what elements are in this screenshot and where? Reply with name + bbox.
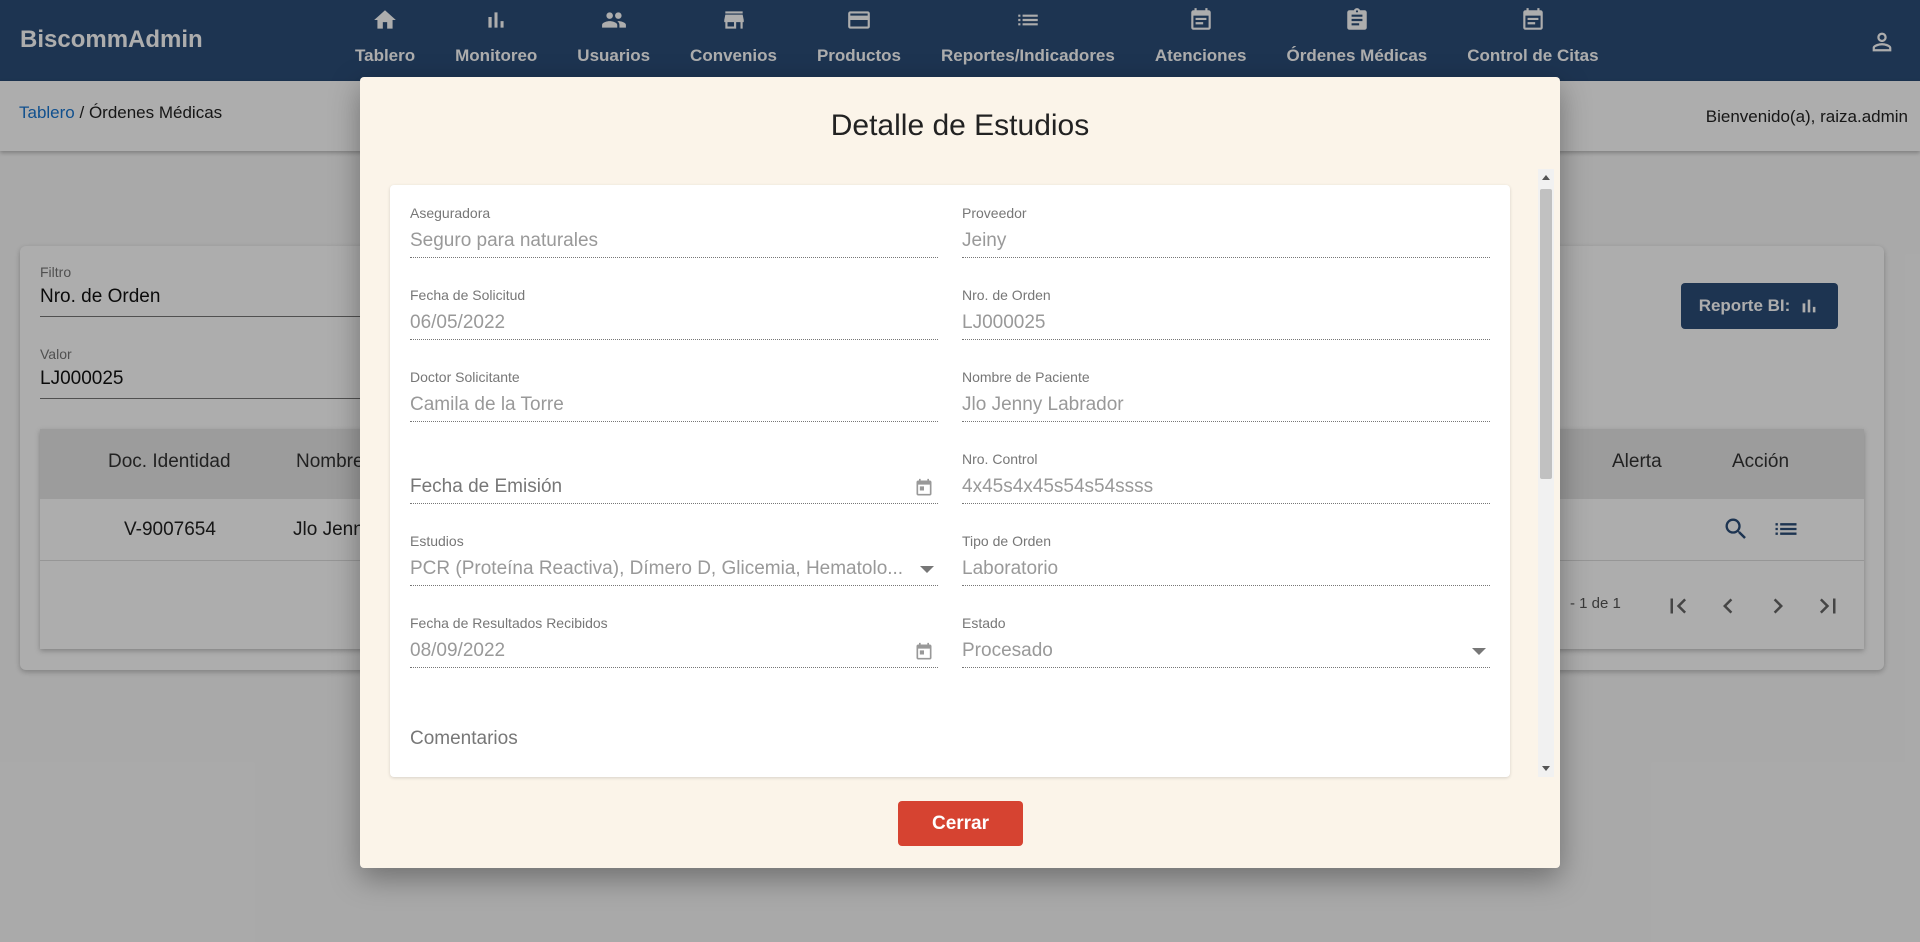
estado-select[interactable]: Estado Procesado — [962, 615, 1490, 668]
field-label: Aseguradora — [410, 205, 491, 221]
scroll-down-icon[interactable] — [1542, 766, 1550, 771]
field-label: Nombre de Paciente — [962, 369, 1090, 385]
field-value: 08/09/2022 — [410, 640, 506, 661]
field-value: Jlo Jenny Labrador — [962, 394, 1490, 422]
select-display: Procesado — [962, 640, 1490, 668]
dialog-scrollbar[interactable] — [1538, 169, 1554, 777]
field-value: Fecha de Emisión — [410, 476, 563, 497]
field-label: Estado — [962, 615, 1006, 631]
field-label: Nro. Control — [962, 451, 1038, 467]
close-button[interactable]: Cerrar — [898, 801, 1023, 846]
nro-orden-field[interactable]: Nro. de Orden LJ000025 — [962, 287, 1490, 340]
scrollbar-thumb[interactable] — [1540, 189, 1552, 479]
aseguradora-field[interactable]: Aseguradora Seguro para naturales — [410, 205, 938, 258]
nro-control-field[interactable]: Nro. Control 4x45s4x45s54s54ssss — [962, 451, 1490, 504]
chevron-down-icon[interactable] — [1472, 648, 1486, 655]
field-label: Fecha de Solicitud — [410, 287, 526, 303]
field-value: Procesado — [962, 640, 1053, 661]
field-value: Seguro para naturales — [410, 230, 938, 258]
study-detail-dialog: Detalle de Estudios Aseguradora Seguro p… — [360, 77, 1560, 868]
proveedor-field[interactable]: Proveedor Jeiny — [962, 205, 1490, 258]
scroll-up-icon[interactable] — [1542, 175, 1550, 180]
calendar-icon[interactable] — [914, 642, 934, 662]
date-display: 08/09/2022 — [410, 640, 938, 668]
field-value: 06/05/2022 — [410, 312, 938, 340]
dialog-title: Detalle de Estudios — [830, 109, 1090, 142]
field-label: Tipo de Orden — [962, 533, 1051, 549]
dialog-form: Aseguradora Seguro para naturales Provee… — [390, 185, 1510, 777]
fecha-emision-field[interactable]: Fecha de Emisión — [410, 451, 938, 504]
fecha-solicitud-field[interactable]: Fecha de Solicitud 06/05/2022 — [410, 287, 938, 340]
fecha-resultados-field[interactable]: Fecha de Resultados Recibidos 08/09/2022 — [410, 615, 938, 668]
chevron-down-icon[interactable] — [920, 566, 934, 573]
field-value: Laboratorio — [962, 558, 1490, 586]
field-value: Jeiny — [962, 230, 1490, 258]
paciente-field[interactable]: Nombre de Paciente Jlo Jenny Labrador — [962, 369, 1490, 422]
select-display: PCR (Proteína Reactiva), Dímero D, Glice… — [410, 558, 938, 586]
comments-field[interactable]: Comentarios — [410, 728, 518, 750]
tipo-orden-field[interactable]: Tipo de Orden Laboratorio — [962, 533, 1490, 586]
field-value: PCR (Proteína Reactiva), Dímero D, Glice… — [410, 558, 904, 579]
field-placeholder: Fecha de Emisión — [410, 476, 938, 504]
estudios-select[interactable]: Estudios PCR (Proteína Reactiva), Dímero… — [410, 533, 938, 586]
doctor-field[interactable]: Doctor Solicitante Camila de la Torre — [410, 369, 938, 422]
field-value: Camila de la Torre — [410, 394, 938, 422]
field-value: LJ000025 — [962, 312, 1490, 340]
field-value: 4x45s4x45s54s54ssss — [962, 476, 1490, 504]
field-label: Nro. de Orden — [962, 287, 1051, 303]
calendar-icon[interactable] — [914, 478, 934, 498]
field-label — [410, 451, 938, 468]
field-label: Fecha de Resultados Recibidos — [410, 615, 608, 631]
field-label: Estudios — [410, 533, 464, 549]
field-label: Proveedor — [962, 205, 1027, 221]
field-label: Doctor Solicitante — [410, 369, 520, 385]
